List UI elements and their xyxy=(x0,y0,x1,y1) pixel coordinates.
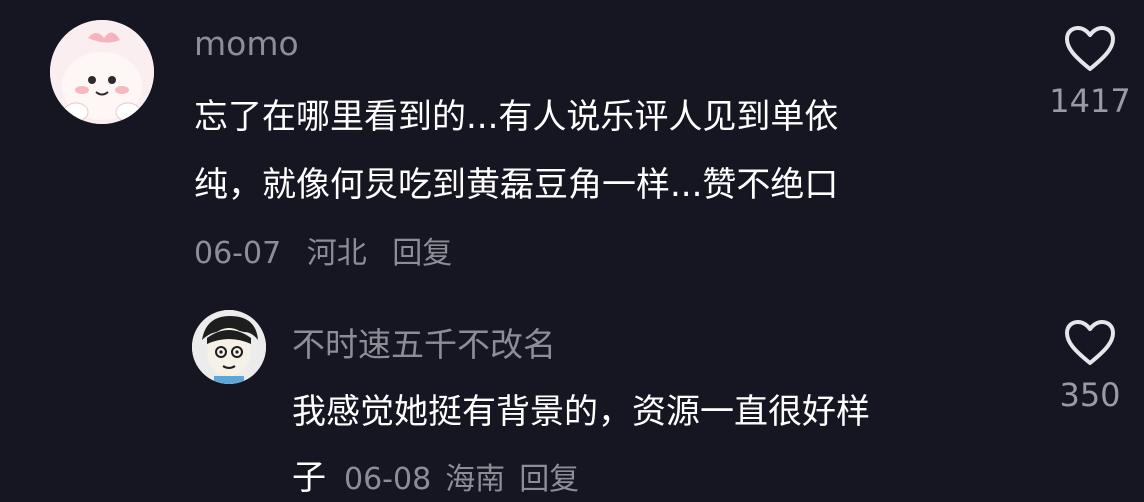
comment-text-line-2: 纯，就像何炅吃到黄磊豆角一样...赞不绝口 xyxy=(194,165,839,205)
like-count: 1417 xyxy=(1049,82,1131,120)
like-button[interactable]: 350 xyxy=(1035,320,1144,414)
avatar[interactable] xyxy=(192,310,266,384)
comment-date: 06-08 xyxy=(344,462,432,497)
like-button[interactable]: 1417 xyxy=(1035,26,1144,120)
heart-outline-icon xyxy=(1065,320,1115,365)
comment-location: 海南 xyxy=(445,462,506,497)
comment-text-line-2: 子 06-08 海南 回复 xyxy=(292,450,593,499)
reply-button[interactable]: 回复 xyxy=(392,236,452,271)
like-count: 350 xyxy=(1059,376,1121,414)
avatar-image xyxy=(192,310,266,384)
comment-text-line-1: 我感觉她挺有背景的，资源一直很好样 xyxy=(292,392,870,432)
avatar-image xyxy=(50,20,154,124)
comment-location: 河北 xyxy=(306,236,367,271)
heart-outline-icon xyxy=(1065,26,1115,71)
comment-username[interactable]: momo xyxy=(194,24,299,63)
comment-text-line-1: 忘了在哪里看到的...有人说乐评人见到单依 xyxy=(194,97,839,137)
comment-meta: 06-07 河北 回复 xyxy=(194,228,468,272)
comment-date: 06-07 xyxy=(194,236,282,271)
avatar[interactable] xyxy=(50,20,154,124)
comment-meta: 06-08 海南 回复 xyxy=(344,462,593,497)
comment-username[interactable]: 不时速五千不改名 xyxy=(292,318,556,366)
comment-text-tail: 子 xyxy=(292,458,326,498)
reply-button[interactable]: 回复 xyxy=(519,462,579,497)
